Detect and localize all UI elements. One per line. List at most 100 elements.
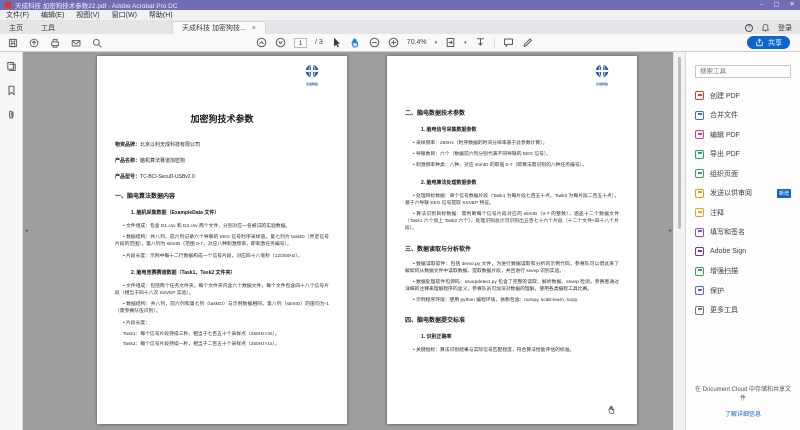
- maximize-button[interactable]: ▢: [773, 1, 779, 9]
- zoom-caret-icon[interactable]: ▾: [435, 40, 438, 46]
- tool-label: 组织页面: [710, 170, 738, 178]
- tool-icon: [695, 91, 704, 101]
- tool-edit-pdf[interactable]: 编辑 PDF: [695, 125, 791, 145]
- zoom-in-icon[interactable]: [388, 37, 399, 48]
- tool-export-pdf[interactable]: 导出 PDF: [695, 145, 791, 165]
- scrollbar-thumb[interactable]: [678, 57, 681, 229]
- print-icon[interactable]: [50, 38, 60, 48]
- doc-line: • 数据读取软件：包括 demo.py 文件，为进行数据读取和分析的示例代码，参…: [405, 261, 619, 274]
- doc-line: • 导联数目：六个（数据前六列分别代表不同导联的 EEG 信号）。: [413, 152, 552, 158]
- tool-combine-files[interactable]: 合并文件: [695, 106, 791, 126]
- hand-tool-icon[interactable]: [350, 37, 361, 48]
- main-area: 天成科技 加密狗技术参数 物资品牌：北京以利天成科技有限公司 产品名称：脑机算法…: [0, 52, 800, 430]
- menu-item[interactable]: 编辑(E): [41, 10, 64, 20]
- minimize-button[interactable]: –: [760, 1, 764, 9]
- previous-page-icon[interactable]: [256, 37, 267, 48]
- tab-tools[interactable]: 工具: [32, 21, 64, 34]
- fit-page-icon[interactable]: [445, 37, 456, 48]
- document-cloud-text: 在 Document Cloud 中存储和共享文件: [694, 387, 792, 402]
- window-controls: – ▢ ✕: [760, 1, 795, 9]
- fit-page-caret-icon[interactable]: ▾: [464, 40, 467, 46]
- tool-enhance-scans[interactable]: 增强扫描: [695, 262, 791, 282]
- tool-send-for-review[interactable]: 发送以供审阅 新增: [695, 184, 791, 204]
- menu-item[interactable]: 帮助(H): [149, 10, 173, 20]
- tool-label: 更多工具: [710, 307, 738, 315]
- menu-item[interactable]: 文件(F): [6, 10, 29, 20]
- menu-item[interactable]: 窗口(W): [112, 10, 137, 20]
- upload-icon[interactable]: [29, 38, 39, 48]
- tool-organize-pages[interactable]: 组织页面: [695, 164, 791, 184]
- pencil-edit-icon[interactable]: [522, 37, 533, 48]
- doc-line: 2. 脑电竞赛赛道数据（Task1、Task2 文件夹）: [131, 269, 236, 276]
- doc-line: Task2：每个信号片段持续一秒，相当于二百五十个采样点（250Hz×1s）。: [123, 341, 280, 347]
- zoom-out-icon[interactable]: [369, 37, 380, 48]
- right-panel-collapse-icon[interactable]: ▸: [669, 228, 672, 234]
- save-icon[interactable]: [8, 38, 18, 48]
- tool-create-pdf[interactable]: 创建 PDF: [695, 86, 791, 106]
- doc-line: • 刺激频率种类：八种，对应 stimID 的取值 0-7（即算法需识别的八种任…: [413, 163, 587, 169]
- bell-icon[interactable]: [761, 23, 770, 33]
- doc-line: • 采样频率：250Hz（时序数据的时间分辨率基于此参数计算）。: [413, 141, 548, 146]
- tool-icon: [695, 110, 704, 120]
- tool-label: 填写和签名: [710, 229, 745, 237]
- page-number-input[interactable]: 1: [294, 37, 307, 48]
- tool-icon: [695, 247, 704, 257]
- tab-home[interactable]: 主页: [0, 21, 32, 34]
- help-icon[interactable]: [745, 23, 753, 32]
- doc-line: • 示例程序环境：使用 python 编程环境，依赖包含：numpy, scik…: [413, 298, 578, 304]
- pdf-page-1: 天成科技 加密狗技术参数 物资品牌：北京以利天成科技有限公司 产品名称：脑机算法…: [97, 56, 347, 424]
- tool-label: 导出 PDF: [710, 151, 740, 159]
- tools-search-input[interactable]: [695, 65, 791, 78]
- logo-text: 天成科技: [305, 82, 318, 86]
- tool-comment[interactable]: 注释: [695, 203, 791, 223]
- tool-label: 创建 PDF: [710, 92, 740, 100]
- doc-line: 二、脑电数据技术参数: [405, 111, 466, 117]
- scrolling-mode-icon[interactable]: [475, 37, 486, 48]
- tool-protect[interactable]: 保护: [695, 281, 791, 301]
- tab-document-label: 天成科技 加密狗技...: [182, 25, 246, 32]
- tool-icon: [695, 305, 704, 315]
- close-button[interactable]: ✕: [790, 1, 795, 9]
- tool-label: 发送以供审阅: [710, 190, 752, 198]
- search-icon[interactable]: [92, 38, 102, 48]
- bookmarks-icon[interactable]: [6, 85, 17, 96]
- tool-icon: [695, 266, 704, 276]
- toolbar-left-group: [0, 38, 102, 48]
- page-2-body: 二、脑电数据技术参数 1. 脑电信号采集数据参数 • 采样频率：250Hz（时序…: [387, 56, 637, 355]
- window-title: 天成科技 加密狗技术参数22.pdf - Adobe Acrobat Pro D…: [15, 3, 178, 10]
- tool-more-tools[interactable]: 更多工具: [695, 301, 791, 321]
- menu-item[interactable]: 视图(V): [76, 10, 99, 20]
- tool-label: 增强扫描: [710, 268, 738, 276]
- comment-icon[interactable]: [503, 37, 514, 48]
- attachments-icon[interactable]: [6, 109, 17, 120]
- select-tool-icon[interactable]: [331, 37, 342, 48]
- doc-line: • 关键指标：算法识别结果与实际信号匹配程度，符合算法性能评估的标准。: [413, 348, 575, 354]
- vertical-scrollbar[interactable]: [673, 52, 685, 430]
- learn-more-link[interactable]: 了解详细信息: [694, 409, 792, 418]
- page-thumbnails-icon[interactable]: [6, 61, 17, 72]
- acrobat-window: 天成科技 加密狗技术参数22.pdf - Adobe Acrobat Pro D…: [0, 0, 800, 430]
- zoom-level-dropdown[interactable]: 70.4%: [407, 39, 427, 46]
- tab-document[interactable]: 天成科技 加密狗技... ×: [172, 21, 266, 34]
- document-area: 天成科技 加密狗技术参数 物资品牌：北京以利天成科技有限公司 产品名称：脑机算法…: [23, 52, 685, 430]
- logo-circle-cross-icon: [595, 64, 609, 78]
- tool-fill-sign[interactable]: 填写和签名: [695, 223, 791, 243]
- tool-icon: [695, 227, 704, 237]
- left-panel-collapse-icon[interactable]: ◂: [25, 228, 28, 234]
- login-button[interactable]: 登录: [778, 23, 792, 33]
- doc-line: 1. 识别正确率: [421, 334, 452, 341]
- menubar: 文件(F) 编辑(E) 视图(V) 窗口(W) 帮助(H): [0, 10, 800, 21]
- toolbar-divider: [493, 36, 495, 49]
- email-icon[interactable]: [71, 38, 81, 48]
- tool-adobe-sign[interactable]: Adobe Sign: [695, 242, 791, 262]
- doc-line: 产品型号：TC-BCI-SecuD-USBv2.0: [115, 174, 195, 180]
- tab-close-icon[interactable]: ×: [252, 25, 256, 32]
- tool-icon: [695, 130, 704, 140]
- share-button[interactable]: 共享: [747, 36, 790, 49]
- next-page-icon[interactable]: [275, 37, 286, 48]
- doc-line: 加密狗技术参数: [190, 114, 254, 124]
- doc-line: • 数据处理软件包源码：ssvepdetect.py 包含了完整的读取、解析数据…: [405, 279, 619, 293]
- doc-line: • 片段长度：示例中每十二行数据构成一个信号片段，对应四十八毫秒（12/250H…: [123, 253, 303, 259]
- doc-line: • 数据结构：共八列，前六列记录六个导联的 EEG 信号时序采样值，第七列为 t…: [115, 235, 329, 248]
- tools-list: 创建 PDF 合并文件 编辑 PDF 导出 PDF 组织页面 发送以供审阅 新增…: [695, 86, 791, 320]
